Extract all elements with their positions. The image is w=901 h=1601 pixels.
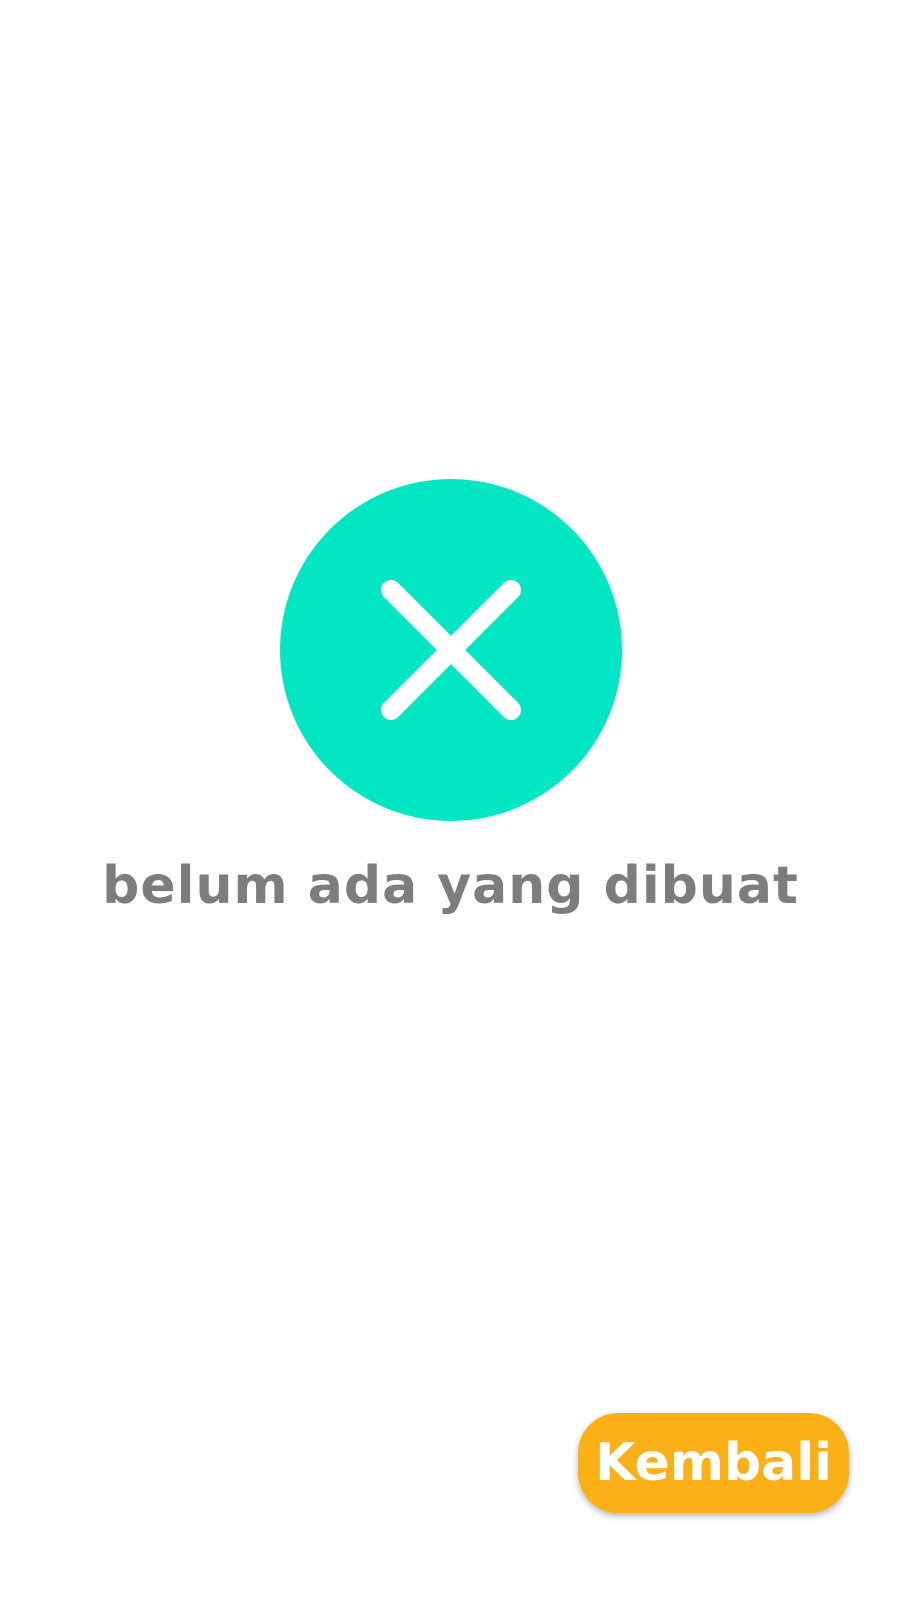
close-icon bbox=[381, 580, 521, 720]
empty-state: belum ada yang dibuat bbox=[0, 0, 901, 1601]
empty-message: belum ada yang dibuat bbox=[102, 856, 799, 916]
status-circle bbox=[280, 479, 622, 821]
back-button[interactable]: Kembali bbox=[578, 1413, 849, 1513]
